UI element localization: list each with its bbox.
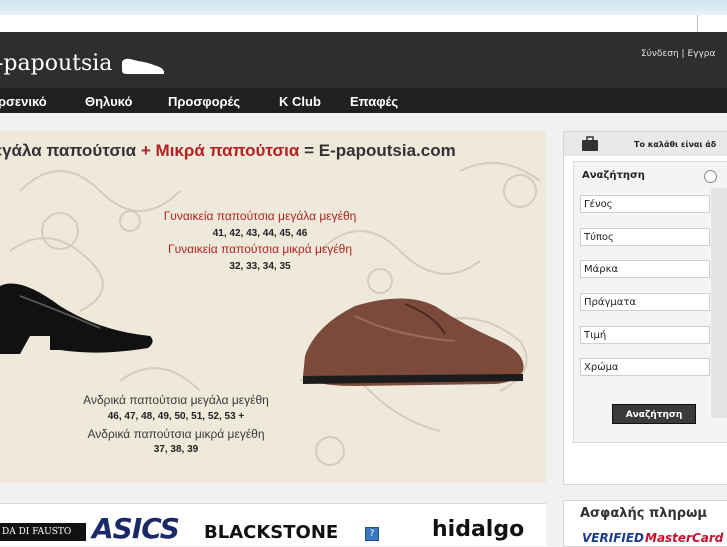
browser-address-area (0, 15, 727, 32)
color-select[interactable]: Χρώμα (580, 358, 710, 376)
nav-item-contact[interactable]: Επαφές (350, 94, 398, 109)
search-button[interactable]: Αναζήτηση (612, 404, 696, 424)
men-small-label: Ανδρικά παπούτσια μικρά μεγέθη (87, 427, 265, 441)
brand-select[interactable]: Μάρκα (580, 260, 710, 278)
login-register-links[interactable]: Σύνδεση | Εγγρα (641, 49, 715, 59)
banner-headline: εγάλα παπούτσια + Μικρά παπούτσια = E-pa… (0, 141, 456, 160)
men-small-sizes: 37, 38, 39 (153, 444, 199, 455)
price-select[interactable]: Τιμή (580, 326, 710, 344)
search-radio[interactable] (704, 170, 717, 183)
scrollbar[interactable] (711, 188, 727, 418)
women-large-label: Γυναικεία παπούτσια μεγάλα μεγέθη (163, 209, 357, 223)
divider (697, 15, 698, 32)
verified-by-visa-logo: VERIFIED (582, 531, 645, 545)
mens-shoe-image (303, 298, 524, 386)
womens-shoe-image (0, 283, 153, 354)
shoe-logo-icon (122, 58, 164, 74)
brand-logo-dadifausto[interactable]: DA DI FAUSTO (0, 523, 86, 541)
men-large-sizes: 46, 47, 48, 49, 50, 51, 52, 53 + (107, 411, 245, 422)
type-select[interactable]: Τύπος (580, 228, 710, 246)
cart-status: Το καλάθι είναι άδ (634, 140, 717, 149)
mastercard-logo: MasterCard (645, 531, 724, 545)
women-small-label: Γυναικεία παπούτσια μικρά μεγέθη (167, 242, 352, 256)
gender-select[interactable]: Γένος (580, 195, 710, 213)
nav-item-men[interactable]: ρσενικό (0, 94, 47, 109)
briefcase-icon (582, 136, 598, 151)
browser-top-strip (0, 0, 727, 15)
search-title: Αναζήτηση (582, 170, 645, 181)
items-select[interactable]: Πράγματα (580, 293, 710, 311)
women-small-sizes: 32, 33, 34, 35 (229, 261, 291, 272)
men-large-label: Ανδρικά παπούτσια μεγάλα μεγέθη (83, 393, 269, 407)
nav-item-women[interactable]: Θηλυκό (85, 94, 132, 109)
site-logo-text[interactable]: -papoutsia (0, 51, 112, 76)
brand-logo-blackstone[interactable]: BLACKSTONE (204, 522, 338, 543)
brand-logo-hidalgo[interactable]: hidalgo (432, 517, 524, 542)
nav-item-kclub[interactable]: K Club (279, 94, 321, 109)
secure-payment-title: Ασφαλής πληρωμ (580, 506, 707, 521)
women-large-sizes: 41, 42, 43, 44, 45, 46 (212, 228, 308, 239)
brand-logo-asics[interactable]: ASICS (92, 512, 180, 545)
broken-image-icon: ? (365, 527, 379, 541)
nav-item-offers[interactable]: Προσφορές (168, 94, 240, 109)
